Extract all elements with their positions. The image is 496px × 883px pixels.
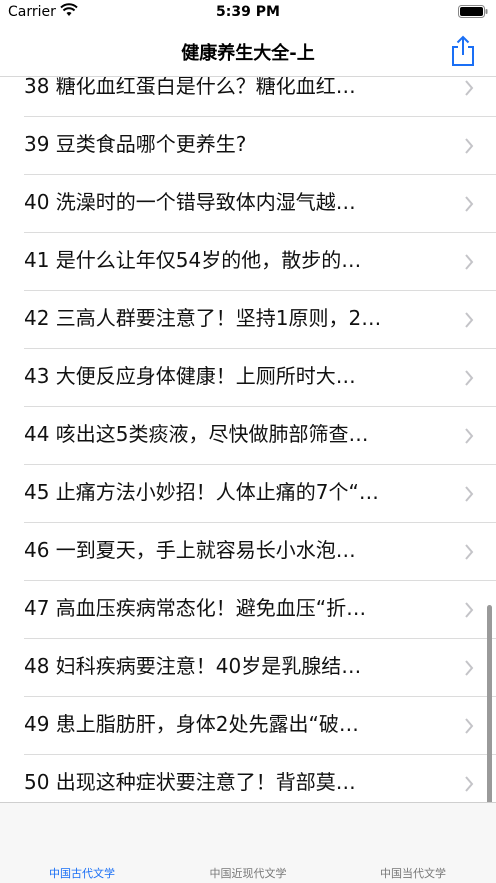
page-title: 健康养生大全-上 (181, 43, 315, 64)
list-item-label: 49 患上脂肪肝，身体2处先露出“破… (24, 712, 359, 736)
list-item[interactable]: 47 高血压疾病常态化！避免血压“折… (0, 581, 496, 639)
chevron-right-icon (465, 254, 474, 270)
chevron-right-icon (465, 602, 474, 618)
chevron-right-icon (465, 776, 474, 792)
list-item-label: 48 妇科疾病要注意！40岁是乳腺结… (24, 654, 362, 678)
clock: 5:39 PM (216, 4, 280, 20)
chevron-right-icon (465, 196, 474, 212)
list-item-label: 38 糖化血红蛋白是什么？糖化血红… (24, 77, 356, 98)
list-item-label: 44 咳出这5类痰液，尽快做肺部筛查… (24, 422, 369, 446)
list-item-label: 46 一到夏天，手上就容易长小水泡… (24, 538, 356, 562)
list-item[interactable]: 40 洗澡时的一个错导致体内湿气越… (0, 175, 496, 233)
list-item[interactable]: 48 妇科疾病要注意！40岁是乳腺结… (0, 639, 496, 697)
article-list: 38 糖化血红蛋白是什么？糖化血红… 39 豆类食品哪个更养生? 40 洗澡时的一个… (0, 77, 496, 802)
chevron-right-icon (465, 80, 474, 96)
list-item[interactable]: 41 是什么让年仅54岁的他，散步的… (0, 233, 496, 291)
list-item-label: 41 是什么让年仅54岁的他，散步的… (24, 248, 362, 272)
chevron-right-icon (465, 138, 474, 154)
chevron-right-icon (465, 544, 474, 560)
navigation-bar: 健康养生大全-上 (0, 26, 496, 77)
chevron-right-icon (465, 428, 474, 444)
list-item-label: 42 三高人群要注意了！坚持1原则，2… (24, 306, 382, 330)
chevron-right-icon (465, 312, 474, 328)
list-item-label: 39 豆类食品哪个更养生? (24, 132, 247, 156)
share-icon[interactable] (448, 34, 478, 68)
list-item[interactable]: 42 三高人群要注意了！坚持1原则，2… (0, 291, 496, 349)
chevron-right-icon (465, 370, 474, 386)
list-item[interactable]: 39 豆类食品哪个更养生? (0, 117, 496, 175)
list-item[interactable]: 49 患上脂肪肝，身体2处先露出“破… (0, 697, 496, 755)
chevron-right-icon (465, 718, 474, 734)
scrollbar[interactable] (487, 605, 492, 815)
list-item-label: 45 止痛方法小妙招！人体止痛的7个“… (24, 480, 379, 504)
list-item-label: 40 洗澡时的一个错导致体内湿气越… (24, 190, 356, 214)
list-item-label: 43 大便反应身体健康！上厕所时大… (24, 364, 356, 388)
list-item[interactable]: 50 出现这种症状要注意了！背部莫… (0, 755, 496, 802)
list-item[interactable]: 45 止痛方法小妙招！人体止痛的7个“… (0, 465, 496, 523)
tab-0[interactable]: 中国古代文学 (2, 865, 162, 881)
tab-2[interactable]: 中国当代文学 (333, 865, 493, 881)
list-item[interactable]: 46 一到夏天，手上就容易长小水泡… (0, 523, 496, 581)
status-bar: Carrier 5:39 PM (0, 0, 496, 26)
list-item-label: 47 高血压疾病常态化！避免血压“折… (24, 596, 367, 620)
list-item-label: 50 出现这种症状要注意了！背部莫… (24, 770, 356, 794)
chevron-right-icon (465, 486, 474, 502)
tab-bar: 中国古代文学 中国近现代文学 中国当代文学 (0, 802, 496, 883)
chevron-right-icon (465, 660, 474, 676)
list-item[interactable]: 43 大便反应身体健康！上厕所时大… (0, 349, 496, 407)
tab-1[interactable]: 中国近现代文学 (168, 865, 328, 881)
list-item[interactable]: 38 糖化血红蛋白是什么？糖化血红… (0, 77, 496, 117)
list-item[interactable]: 44 咳出这5类痰液，尽快做肺部筛查… (0, 407, 496, 465)
battery-icon (458, 5, 488, 18)
